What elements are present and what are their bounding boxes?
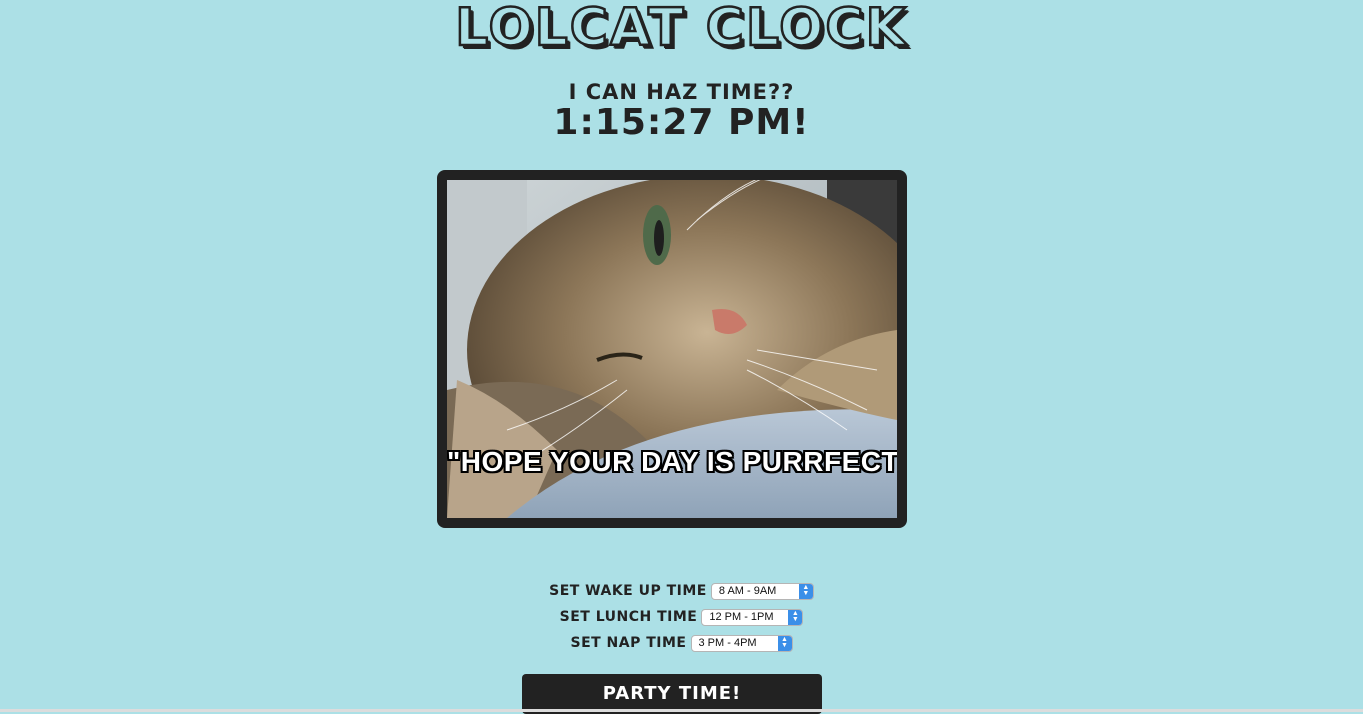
updown-arrows-icon: ▲ ▼ bbox=[788, 609, 803, 625]
lunch-value: 12 PM - 1PM bbox=[709, 611, 774, 623]
page-title: LOLCAT CLOCK bbox=[454, 0, 908, 59]
wake-up-label: SET WAKE UP TIME bbox=[549, 583, 707, 599]
lunch-label: SET LUNCH TIME bbox=[559, 609, 698, 625]
time-settings: SET WAKE UP TIME 8 AM - 9AM ▲ ▼ SET LUNCH… bbox=[0, 578, 1363, 656]
nap-row: SET NAP TIME 3 PM - 4PM ▲ ▼ bbox=[0, 630, 1363, 656]
clock-time: 1:15:27 PM! bbox=[553, 102, 810, 143]
image-caption: "HOPE YOUR DAY IS PURRFECT!" bbox=[447, 446, 897, 477]
lunch-select[interactable]: 12 PM - 1PM ▲ ▼ bbox=[701, 608, 804, 626]
clock-subtitle: I CAN HAZ TIME?? bbox=[568, 80, 795, 104]
nap-label: SET NAP TIME bbox=[570, 635, 687, 651]
lolcat-image-frame: "HOPE YOUR DAY IS PURRFECT!" bbox=[437, 170, 907, 528]
lunch-row: SET LUNCH TIME 12 PM - 1PM ▲ ▼ bbox=[0, 604, 1363, 630]
updown-arrows-icon: ▲ ▼ bbox=[777, 635, 792, 651]
lolcat-image: "HOPE YOUR DAY IS PURRFECT!" bbox=[447, 180, 897, 518]
party-time-button[interactable]: PARTY TIME! bbox=[522, 674, 822, 714]
wake-up-value: 8 AM - 9AM bbox=[718, 585, 777, 597]
wake-up-select[interactable]: 8 AM - 9AM ▲ ▼ bbox=[710, 582, 814, 600]
wake-up-row: SET WAKE UP TIME 8 AM - 9AM ▲ ▼ bbox=[0, 578, 1363, 604]
nap-select[interactable]: 3 PM - 4PM ▲ ▼ bbox=[690, 634, 793, 652]
updown-arrows-icon: ▲ ▼ bbox=[798, 583, 813, 599]
nap-value: 3 PM - 4PM bbox=[698, 637, 757, 649]
